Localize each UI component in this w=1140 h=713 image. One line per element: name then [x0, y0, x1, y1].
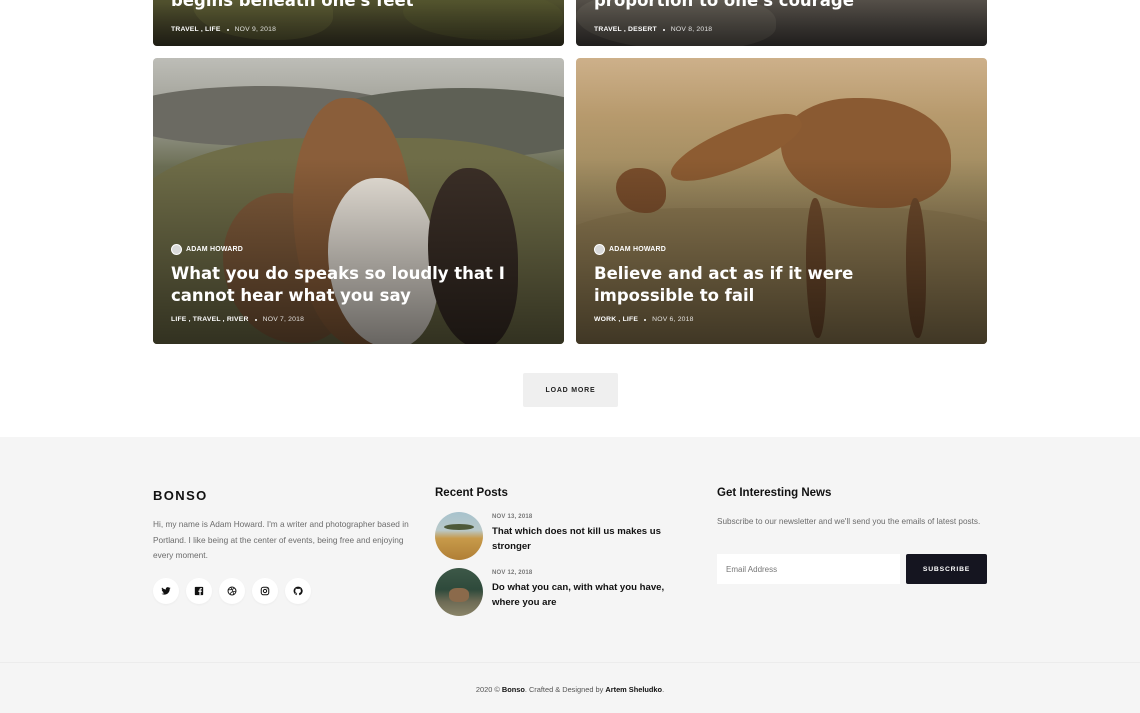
post-card[interactable]: begins beneath one's feet TRAVEL , LIFE … [153, 0, 564, 46]
copyright-prefix: 2020 © [475, 685, 502, 694]
post-tags[interactable]: TRAVEL , DESERT [594, 26, 657, 33]
post-card[interactable]: ADAM HOWARD What you do speaks so loudly… [153, 58, 564, 344]
recent-post-date: NOV 13, 2018 [492, 514, 533, 520]
recent-post-item[interactable]: NOV 13, 2018 That which does not kill us… [435, 512, 695, 560]
copyright-middle: . Crafted & Designed by [524, 685, 606, 694]
post-date: NOV 6, 2018 [652, 316, 694, 323]
meta-separator [644, 318, 647, 321]
post-author[interactable]: ADAM HOWARD [594, 244, 969, 255]
footer-about: Hi, my name is Adam Howard. I'm a writer… [153, 519, 409, 560]
recent-posts-heading: Recent Posts [435, 487, 508, 499]
copyright-suffix: . [662, 685, 665, 694]
author-avatar [594, 244, 605, 255]
post-tags[interactable]: WORK , LIFE [594, 316, 638, 323]
post-title[interactable]: What you do speaks so loudly that I cann… [171, 263, 546, 307]
dribbble-icon[interactable] [219, 578, 245, 604]
meta-separator [662, 28, 665, 31]
footer-divider [0, 662, 1140, 663]
post-title[interactable]: begins beneath one's feet [171, 0, 546, 12]
recent-post-title[interactable]: That which does not kill us makes us str… [492, 524, 682, 554]
post-tags[interactable]: TRAVEL , LIFE [171, 26, 221, 33]
designer-link[interactable]: Artem Sheludko [605, 685, 662, 694]
load-more-button[interactable]: LOAD MORE [523, 373, 618, 407]
recent-post-item[interactable]: NOV 12, 2018 Do what you can, with what … [435, 568, 695, 616]
card-content: ADAM HOWARD What you do speaks so loudly… [171, 244, 546, 323]
twitter-icon[interactable] [153, 578, 179, 604]
newsletter-heading: Get Interesting News [717, 487, 832, 499]
post-title-line: cannot hear what you say [171, 286, 411, 305]
author-name: ADAM HOWARD [186, 246, 244, 253]
post-author[interactable]: ADAM HOWARD [171, 244, 546, 255]
brand-link[interactable]: Bonso [502, 685, 525, 694]
recent-post-thumbnail[interactable] [435, 568, 483, 616]
author-avatar [171, 244, 182, 255]
card-content: proportion to one's courage TRAVEL , DES… [594, 0, 969, 33]
subscribe-button[interactable]: SUBSCRIBE [906, 554, 987, 584]
newsletter-text: Subscribe to our newsletter and we'll se… [717, 517, 981, 526]
post-title[interactable]: Believe and act as if it were impossible… [594, 263, 969, 307]
card-content: begins beneath one's feet TRAVEL , LIFE … [171, 0, 546, 33]
post-date: NOV 8, 2018 [670, 26, 713, 33]
post-date: NOV 9, 2018 [234, 26, 277, 33]
email-field[interactable] [717, 554, 900, 584]
recent-post-title[interactable]: Do what you can, with what you have, whe… [492, 580, 682, 610]
post-title-line: Believe and act as if it were [594, 264, 854, 283]
meta-separator [254, 318, 257, 321]
copyright-text: 2020 © Bonso. Crafted & Designed by Arte… [0, 685, 1140, 694]
post-meta: TRAVEL , DESERT NOV 8, 2018 [594, 26, 969, 33]
author-name: ADAM HOWARD [609, 246, 667, 253]
footer-logo[interactable]: BONSO [153, 488, 208, 503]
recent-post-date: NOV 12, 2018 [492, 570, 533, 576]
meta-separator [226, 28, 229, 31]
post-title-line: impossible to fail [594, 286, 755, 305]
recent-post-thumbnail[interactable] [435, 512, 483, 560]
post-meta: TRAVEL , LIFE NOV 9, 2018 [171, 26, 546, 33]
post-meta: WORK , LIFE NOV 6, 2018 [594, 316, 969, 323]
post-meta: LIFE , TRAVEL , RIVER NOV 7, 2018 [171, 316, 546, 323]
post-date: NOV 7, 2018 [262, 316, 305, 323]
github-icon[interactable] [285, 578, 311, 604]
facebook-icon[interactable] [186, 578, 212, 604]
post-title[interactable]: proportion to one's courage [594, 0, 969, 12]
card-content: ADAM HOWARD Believe and act as if it wer… [594, 244, 969, 323]
social-links [153, 578, 311, 604]
instagram-icon[interactable] [252, 578, 278, 604]
post-tags[interactable]: LIFE , TRAVEL , RIVER [171, 316, 249, 323]
post-card[interactable]: ADAM HOWARD Believe and act as if it wer… [576, 58, 987, 344]
footer: BONSO Hi, my name is Adam Howard. I'm a … [0, 437, 1140, 713]
post-card[interactable]: proportion to one's courage TRAVEL , DES… [576, 0, 987, 46]
post-title-line: What you do speaks so loudly that I [171, 264, 505, 283]
